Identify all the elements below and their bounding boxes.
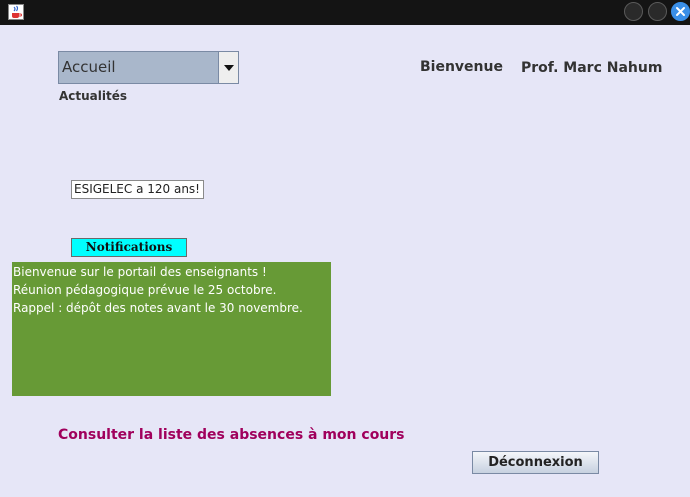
maximize-icon[interactable] bbox=[648, 2, 667, 21]
logout-button[interactable]: Déconnexion bbox=[472, 451, 599, 474]
window-titlebar[interactable] bbox=[0, 0, 690, 25]
user-name: Prof. Marc Nahum bbox=[521, 60, 663, 76]
notifications-panel[interactable]: Bienvenue sur le portail des enseignants… bbox=[12, 262, 331, 396]
notification-line: Rappel : dépôt des notes avant le 30 nov… bbox=[13, 301, 303, 315]
notification-line: Réunion pédagogique prévue le 25 octobre… bbox=[13, 283, 277, 297]
notification-line: Bienvenue sur le portail des enseignants… bbox=[13, 265, 267, 279]
close-icon[interactable] bbox=[671, 2, 690, 21]
chevron-down-icon[interactable] bbox=[218, 52, 238, 83]
page-selector-combo[interactable]: Accueil bbox=[58, 51, 239, 84]
page-selector-value: Accueil bbox=[62, 58, 116, 76]
welcome-label: Bienvenue bbox=[420, 59, 503, 75]
news-title: Actualités bbox=[59, 89, 128, 103]
minimize-icon[interactable] bbox=[624, 2, 643, 21]
notifications-button[interactable]: Notifications bbox=[71, 238, 187, 257]
absences-link[interactable]: Consulter la liste des absences à mon co… bbox=[58, 427, 405, 443]
news-headline-field[interactable]: ESIGELEC a 120 ans! bbox=[71, 180, 204, 199]
java-cup-icon bbox=[8, 4, 24, 20]
